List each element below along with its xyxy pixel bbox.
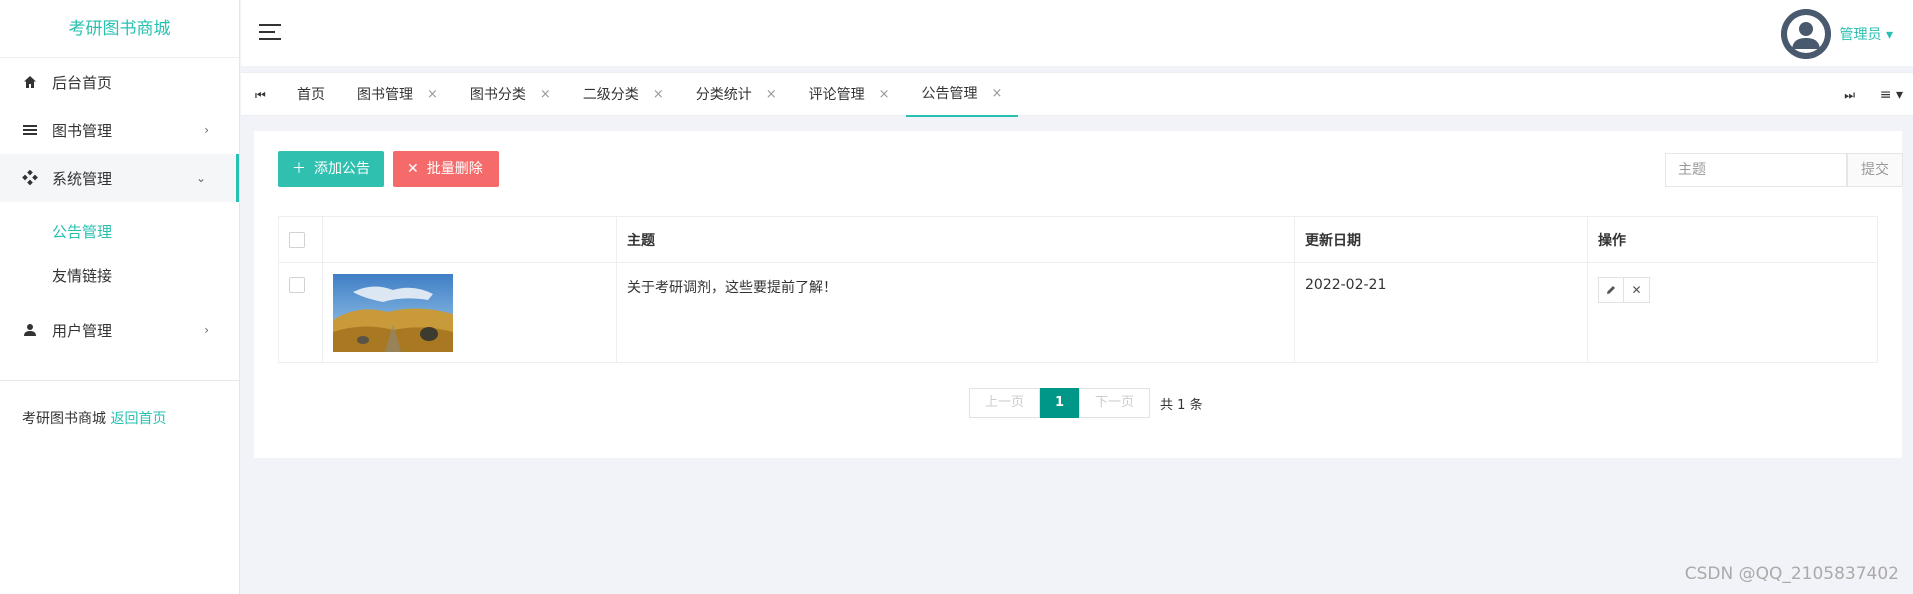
menu-lines-icon [22,122,38,138]
close-icon: ✕ [407,161,419,177]
add-announcement-button[interactable]: ＋ 添加公告 [278,151,384,187]
sidebar-item-system[interactable]: 系统管理 ⌄ [0,154,239,202]
close-icon[interactable]: × [879,73,890,117]
close-icon[interactable]: × [992,72,1003,116]
grid-diamond-icon [22,170,38,186]
next-page-button[interactable]: 下一页 [1079,388,1151,418]
row-image-cell [322,262,617,363]
date-header: 更新日期 [1294,216,1588,263]
table-header-row: 主题 更新日期 操作 [278,216,1878,263]
announcement-table: 主题 更新日期 操作 关于考研调剂，这些要提前了解！ 2022-02-21 ✕ [278,216,1878,363]
search-input[interactable]: 主题 [1665,153,1847,187]
tab-home[interactable]: 首页 [281,73,341,117]
chevron-right-icon: › [204,323,209,337]
sidebar-divider [0,380,239,381]
system-submenu: 公告管理 友情链接 [0,202,239,306]
batch-delete-button[interactable]: ✕ 批量删除 [393,151,499,187]
sidebar-item-users[interactable]: 用户管理 › [0,306,239,354]
select-all-cell [278,216,323,263]
watermark: CSDN @QQ_2105837402 [1684,564,1899,584]
submit-button[interactable]: 提交 [1847,153,1903,187]
tab-label: 图书管理 [357,87,413,103]
button-label: 批量删除 [426,161,483,177]
sidebar-item-dashboard[interactable]: 后台首页 [0,58,239,106]
row-checkbox[interactable] [289,277,305,293]
tab-options-menu-icon[interactable]: ≡ ▾ [1880,73,1903,117]
sidebar: 考研图书商城 后台首页 图书管理 › 系统管理 ⌄ 公告管理 友情链接 用户管理… [0,0,240,594]
sidebar-item-label: 用户管理 [52,321,113,340]
avatar[interactable] [1781,9,1831,59]
button-label: 添加公告 [314,161,370,177]
sidebar-item-label: 图书管理 [52,121,113,140]
row-date-cell: 2022-02-21 [1294,262,1588,363]
row-title-cell: 关于考研调剂，这些要提前了解！ [616,262,1295,363]
title-header: 主题 [616,216,1295,263]
tab-announcements[interactable]: 公告管理 × [905,72,1019,117]
top-header: 管理员 ▾ [241,0,1913,66]
sidebar-item-label: 系统管理 [52,169,113,188]
brand-title: 考研图书商城 [0,0,239,58]
total-count: 共 1 条 [1160,397,1203,413]
home-icon [22,74,38,90]
delete-icon[interactable]: ✕ [1624,277,1650,303]
tab-category-stats[interactable]: 分类统计 × [680,73,793,117]
chevron-right-icon: › [204,123,209,137]
sidebar-item-books[interactable]: 图书管理 › [0,106,239,154]
tab-list: 首页 图书管理 × 图书分类 × 二级分类 × 分类统计 × 评论管理 × 公告… [281,72,1019,117]
sidebar-item-label: 后台首页 [52,73,113,92]
sidebar-subitem-links[interactable]: 友情链接 [0,254,239,298]
tab-scroll-right-icon[interactable]: ⏭ [1844,73,1855,117]
tab-sub-categories[interactable]: 二级分类 × [567,73,680,117]
row-select-cell [278,262,323,363]
pagination: 上一页 1 下一页 共 1 条 [969,388,1203,418]
table-row: 关于考研调剂，这些要提前了解！ 2022-02-21 ✕ [278,262,1878,363]
tab-label: 公告管理 [921,86,978,102]
tab-label: 二级分类 [582,87,639,103]
row-actions-cell: ✕ [1587,262,1878,363]
sidebar-subitem-announcements[interactable]: 公告管理 [0,210,239,254]
chevron-down-icon: ⌄ [195,171,206,185]
image-header [322,216,617,263]
tab-comments[interactable]: 评论管理 × [793,73,906,117]
tab-books[interactable]: 图书管理 × [341,73,454,117]
page-1-button[interactable]: 1 [1040,388,1080,418]
back-home-link[interactable]: 返回首页 [110,411,166,427]
tab-label: 评论管理 [808,87,865,103]
tabs-bar: ⏮ 首页 图书管理 × 图书分类 × 二级分类 × 分类统计 × 评论管理 × … [241,72,1913,117]
close-icon[interactable]: × [653,73,664,117]
select-all-checkbox[interactable] [289,231,305,248]
hamburger-menu-icon[interactable] [259,24,281,42]
tab-label: 首页 [297,87,325,103]
tab-scroll-left-icon[interactable]: ⏮ [255,73,266,117]
sidebar-footer: 考研图书商城 返回首页 [22,408,166,428]
close-icon[interactable]: × [427,73,438,117]
footer-brand: 考研图书商城 [22,411,106,427]
content-card: ＋ 添加公告 ✕ 批量删除 主题 提交 主题 更新日期 操作 关于考研调剂，这些… [254,131,1903,458]
row-actions: ✕ [1598,277,1867,303]
user-menu[interactable]: 管理员 ▾ [1840,24,1893,44]
close-icon[interactable]: × [766,73,777,117]
announcement-thumbnail [333,274,453,352]
tab-book-categories[interactable]: 图书分类 × [454,73,567,117]
plus-icon: ＋ [292,161,306,177]
close-icon[interactable]: × [540,73,551,117]
actions-header: 操作 [1587,216,1878,263]
tab-label: 分类统计 [695,87,752,103]
prev-page-button[interactable]: 上一页 [969,388,1041,418]
edit-icon[interactable] [1598,277,1624,303]
user-icon [22,322,38,338]
tab-label: 图书分类 [469,87,526,103]
